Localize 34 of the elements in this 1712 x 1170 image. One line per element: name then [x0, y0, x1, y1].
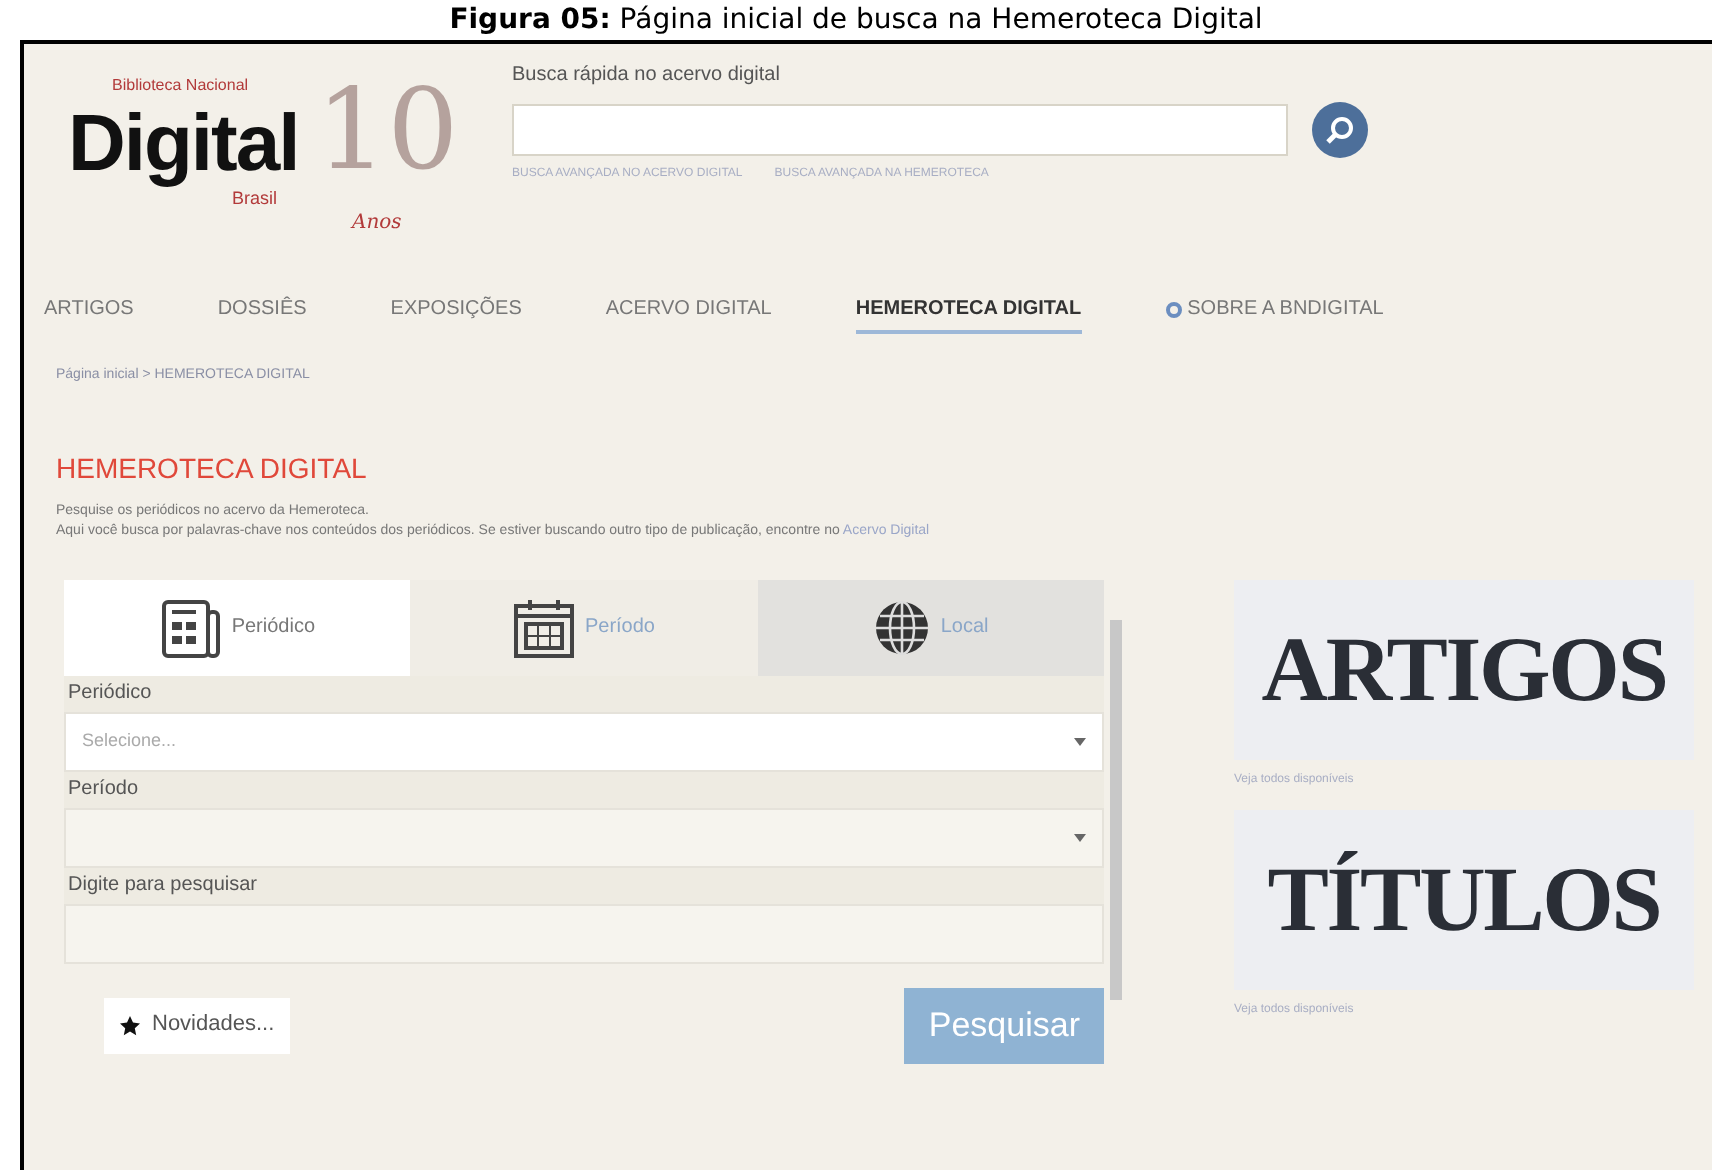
caret-icon: [1074, 833, 1086, 841]
promo-banner[interactable]: ARTIGOS: [1234, 579, 1694, 759]
nav-link[interactable]: HEMEROTECA DIGITAL: [855, 294, 1082, 334]
search-tab[interactable]: Periódico: [64, 579, 411, 675]
promo-banner[interactable]: TÍTULOS: [1234, 809, 1694, 989]
logo-country: Brasil: [232, 188, 278, 210]
search-submit-button[interactable]: Pesquisar: [904, 987, 1104, 1063]
field-label: Periódico: [64, 675, 1104, 711]
logo-years: Anos: [352, 212, 402, 236]
nav-link[interactable]: ARTIGOS: [44, 294, 134, 334]
caret-icon: [1074, 737, 1086, 745]
search-icon: [1324, 114, 1356, 146]
page-title: HEMEROTECA DIGITAL: [56, 449, 367, 487]
logo-subtitle: Biblioteca Nacional: [112, 76, 249, 96]
logo-number: 10: [316, 72, 459, 192]
search-button[interactable]: [1312, 102, 1368, 158]
logo-wordmark: Digital: [68, 100, 299, 188]
nav-link[interactable]: ACERVO DIGITAL: [605, 294, 772, 334]
newspaper-icon: [159, 595, 224, 659]
star-icon: [120, 1015, 140, 1035]
scrollbar[interactable]: [1110, 619, 1122, 999]
select-field[interactable]: Selecione...: [64, 711, 1104, 771]
search-label: Busca rápida no acervo digital: [512, 62, 782, 90]
field-label: Período: [64, 771, 1104, 807]
nav-link[interactable]: SOBRE A BNDIGITAL: [1165, 294, 1384, 334]
nav-link[interactable]: DOSSIÊS: [217, 294, 307, 334]
search-field[interactable]: [512, 104, 1288, 156]
select-field[interactable]: [64, 807, 1104, 867]
globe-icon: [872, 597, 933, 657]
nav-link[interactable]: EXPOSIÇÕES: [390, 294, 522, 334]
field-label: Digite para pesquisar: [64, 867, 1104, 903]
news-button[interactable]: Novidades...: [104, 997, 291, 1053]
figure-caption: Figura 05: Página inicial de busca na Hemeroteca Digital: [449, 2, 1263, 38]
calendar-icon: [512, 595, 577, 659]
